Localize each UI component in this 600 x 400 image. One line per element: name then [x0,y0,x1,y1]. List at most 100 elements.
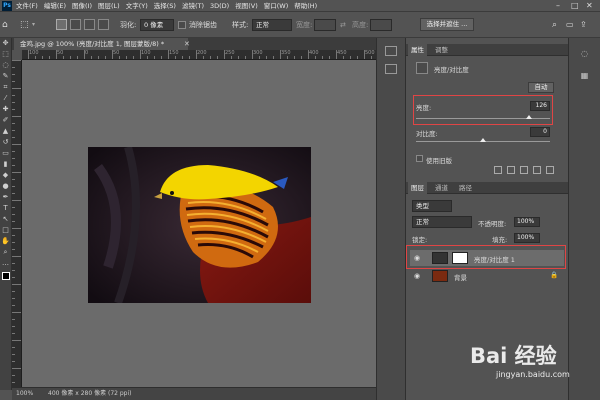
tab-paths[interactable]: 路径 [456,182,475,194]
tab-properties[interactable]: 属性 [408,44,427,56]
learn-icon[interactable]: ◌ [579,48,591,60]
chevron-down-icon[interactable]: ▾ [32,18,35,32]
more-tools-icon[interactable]: … [1,259,11,268]
zoom-level[interactable]: 100% [16,388,33,400]
properties-tab-bar: 属性 调整 [406,44,568,56]
auto-button[interactable]: 自动 [528,82,554,93]
menu-item[interactable]: 文件(F) [16,0,38,12]
intersect-selection-icon[interactable] [98,19,109,30]
path-select-tool-icon[interactable]: ↖ [1,215,11,224]
swap-icon[interactable]: ⇄ [340,18,346,32]
feather-input[interactable]: 0 像素 [140,19,174,31]
ruler-tick [12,340,21,341]
marquee-tool-icon[interactable]: ⬚ [1,50,11,59]
menu-item[interactable]: 3D(D) [210,0,229,12]
menu-item[interactable]: 窗口(W) [264,0,289,12]
reset-icon[interactable] [520,166,528,174]
share-icon[interactable]: ⇪ [580,18,587,32]
tab-adjustments[interactable]: 调整 [432,44,451,56]
crop-tool-icon[interactable]: ⌗ [1,83,11,92]
ruler-tick [147,56,148,59]
layer-filter-select[interactable]: 类型 [412,200,452,212]
ruler-tick [133,56,134,59]
new-selection-icon[interactable] [56,19,67,30]
antialias-checkbox[interactable] [178,21,186,29]
blur-tool-icon[interactable]: ◆ [1,171,11,180]
style-select[interactable]: 正常 [252,19,292,31]
blend-mode-select[interactable]: 正常 [412,216,472,228]
ruler-tick [231,56,232,59]
dodge-tool-icon[interactable]: ● [1,182,11,191]
subtract-selection-icon[interactable] [84,19,95,30]
legacy-checkbox[interactable] [416,155,423,162]
style-label: 样式: [232,21,249,29]
ruler-tick [168,50,169,59]
opacity-input[interactable]: 100% [514,217,540,227]
stamp-tool-icon[interactable]: ▲ [1,127,11,136]
tab-channels[interactable]: 通道 [432,182,451,194]
contrast-input[interactable]: 0 [530,127,550,137]
eyedropper-tool-icon[interactable]: ⁄ [1,94,11,103]
menu-item[interactable]: 选择(S) [154,0,176,12]
width-input[interactable] [314,19,336,31]
history-icon[interactable] [385,46,397,56]
close-tab-icon[interactable]: ✕ [184,38,190,50]
eraser-tool-icon[interactable]: ▭ [1,149,11,158]
shape-tool-icon[interactable]: □ [1,226,11,235]
move-tool-icon[interactable]: ✥ [1,39,11,48]
healing-tool-icon[interactable]: ✚ [1,105,11,114]
ruler-tick [224,50,225,59]
menu-item[interactable]: 文字(Y) [126,0,148,12]
ruler-number: 100 [29,50,39,56]
libraries-icon[interactable]: ▦ [579,70,591,82]
contrast-slider-thumb[interactable] [480,138,486,142]
brightness-slider-thumb[interactable] [525,115,532,119]
quick-select-tool-icon[interactable]: ✎ [1,72,11,81]
eye-icon[interactable]: ◉ [414,272,420,280]
clip-icon[interactable] [494,166,502,174]
minimize-icon[interactable]: – [556,0,560,12]
brush-settings-icon[interactable] [385,64,397,74]
lasso-tool-icon[interactable]: ◌ [1,61,11,70]
menu-item[interactable]: 滤镜(T) [182,0,204,12]
brightness-input[interactable]: 126 [530,101,550,111]
tab-layers[interactable]: 图层 [408,182,427,194]
document-tab[interactable]: 金鸡.jpg @ 100% (亮度/对比度 1, 图层蒙版/8) * [14,38,188,50]
ruler-tick [12,354,15,355]
menu-item[interactable]: 图层(L) [98,0,120,12]
type-tool-icon[interactable]: T [1,204,11,213]
maximize-icon[interactable]: □ [571,0,579,12]
ruler-tick [56,50,57,59]
adjustment-layer-icon [416,62,428,74]
ruler-tick [49,56,50,59]
height-input[interactable] [370,19,392,31]
document-tab-bar: 金鸡.jpg @ 100% (亮度/对比度 1, 图层蒙版/8) * ✕ [12,38,376,50]
menu-item[interactable]: 视图(V) [235,0,258,12]
contrast-label: 对比度: [416,130,438,138]
search-icon[interactable]: ⌕ [552,18,557,32]
visibility-icon[interactable] [533,166,541,174]
menu-item[interactable]: 帮助(H) [294,0,317,12]
ruler-number: 400 [309,50,319,56]
fill-input[interactable]: 100% [514,233,540,243]
gradient-tool-icon[interactable]: ▮ [1,160,11,169]
add-selection-icon[interactable] [70,19,81,30]
view-previous-icon[interactable] [507,166,515,174]
history-brush-icon[interactable]: ↺ [1,138,11,147]
menu-item[interactable]: 图像(I) [72,0,92,12]
delete-icon[interactable] [546,166,554,174]
brush-tool-icon[interactable]: ✐ [1,116,11,125]
ruler-tick [12,326,15,327]
color-swatch-icon[interactable] [1,272,10,280]
close-window-icon[interactable]: ✕ [586,0,593,12]
hand-tool-icon[interactable]: ✋ [1,237,11,246]
select-and-mask-button[interactable]: 选择并遮住 ... [420,18,474,31]
marquee-tool-icon[interactable]: ⬚ [20,18,29,32]
menu-item[interactable]: 编辑(E) [44,0,66,12]
ruler-tick [12,172,21,173]
zoom-tool-icon[interactable]: ⌕ [1,248,11,257]
layer-row-background[interactable]: ◉ 背景 🔒 [410,268,564,284]
pen-tool-icon[interactable]: ✒ [1,193,11,202]
workspace-icon[interactable]: ▭ [566,18,574,32]
home-icon[interactable]: ⌂ [2,18,8,32]
